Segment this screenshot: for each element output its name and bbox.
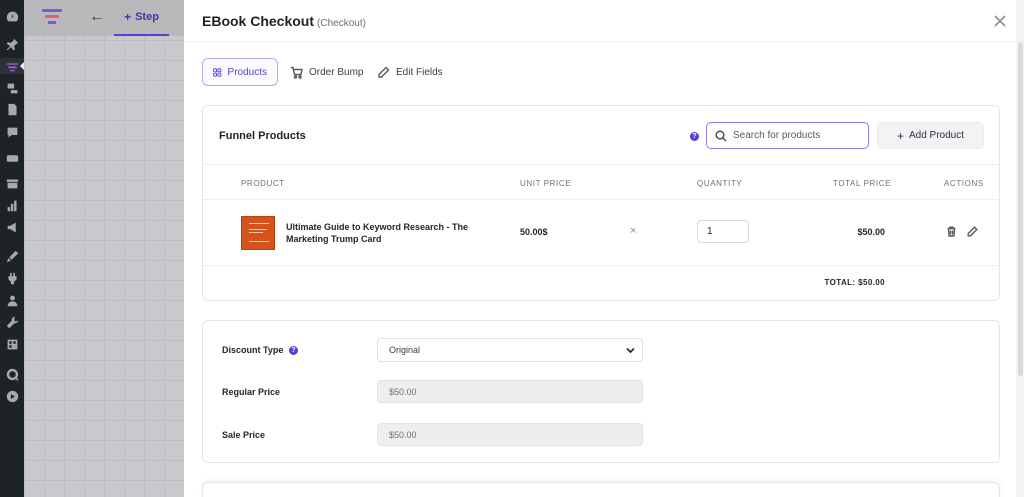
- cart-icon: [291, 66, 303, 79]
- marketing-icon[interactable]: [4, 219, 20, 235]
- quantity-input[interactable]: [697, 220, 749, 243]
- funnel-products-card: Funnel Products ? +Add Product PRODUCT U…: [202, 105, 1000, 301]
- pencil-icon: [378, 66, 390, 78]
- search-plugin-icon[interactable]: [4, 366, 20, 382]
- plus-icon: +: [896, 128, 904, 143]
- tab-products[interactable]: Products: [202, 58, 278, 86]
- product-thumbnail: [241, 216, 275, 250]
- column-header-actions: ACTIONS: [944, 179, 984, 188]
- regular-price-field: $50.00: [377, 380, 643, 403]
- modal-scrollbar-thumb[interactable]: [1018, 42, 1023, 376]
- row-total-price: $50.00: [857, 227, 885, 237]
- unit-price: 50.00$: [520, 227, 548, 237]
- funnel-menu-icon[interactable]: [4, 58, 20, 74]
- funnel-products-title: Funnel Products: [219, 130, 306, 142]
- table-row: Ultimate Guide to Keyword Research - The…: [203, 200, 999, 266]
- tab-order-bump[interactable]: Order Bump: [290, 58, 363, 86]
- edit-button[interactable]: [965, 224, 979, 238]
- admin-sidebar: [0, 0, 25, 497]
- appearance-icon[interactable]: [4, 248, 20, 264]
- regular-price-label: Regular Price: [222, 387, 281, 397]
- add-product-button[interactable]: + Add Product: [877, 122, 984, 149]
- product-search[interactable]: [706, 122, 869, 149]
- delete-button[interactable]: [944, 224, 958, 238]
- app-logo-icon: [42, 8, 62, 26]
- modal-header: EBook Checkout (Checkout): [184, 0, 1016, 42]
- column-header-unit-price: UNIT PRICE: [520, 179, 572, 188]
- woocommerce-icon[interactable]: [4, 150, 20, 166]
- column-header-product: PRODUCT: [241, 179, 285, 188]
- pin-icon[interactable]: [4, 36, 20, 52]
- settings-icon[interactable]: [4, 336, 20, 352]
- search-input[interactable]: [733, 130, 863, 141]
- builder-topbar: ← + Step: [24, 0, 184, 36]
- help-icon[interactable]: ?: [289, 346, 298, 355]
- plus-icon: +: [124, 10, 132, 24]
- analytics-icon[interactable]: [4, 197, 20, 213]
- grid-icon: [213, 67, 222, 77]
- modal-subtitle: (Checkout): [317, 18, 366, 29]
- discount-type-label: Discount Type: [222, 345, 284, 355]
- column-header-quantity: QUANTITY: [697, 179, 743, 188]
- close-icon: [994, 15, 1006, 27]
- multiply-icon: ×: [630, 225, 637, 237]
- play-icon[interactable]: [4, 388, 20, 404]
- discount-card: Discount Type ? Original Regular Price $…: [202, 320, 1000, 463]
- builder-canvas: [24, 0, 184, 497]
- products-menu-icon[interactable]: [4, 175, 20, 191]
- tools-icon[interactable]: [4, 314, 20, 330]
- next-section-card: [202, 482, 1000, 497]
- sale-price-field[interactable]: $50.00: [377, 423, 643, 446]
- add-step-tab[interactable]: + Step: [114, 0, 169, 36]
- help-icon[interactable]: ?: [690, 132, 699, 141]
- media-icon[interactable]: [4, 80, 20, 96]
- comments-icon[interactable]: [4, 124, 20, 140]
- discount-type-select[interactable]: Original: [377, 338, 643, 362]
- users-icon[interactable]: [4, 292, 20, 308]
- tab-edit-fields[interactable]: Edit Fields: [377, 58, 443, 86]
- dashboard-icon[interactable]: [4, 8, 20, 24]
- search-icon: [715, 129, 727, 142]
- column-header-total-price: TOTAL PRICE: [833, 179, 892, 188]
- chevron-down-icon: [626, 347, 635, 354]
- trash-icon: [947, 226, 955, 237]
- grand-total: TOTAL: $50.00: [824, 278, 885, 287]
- pencil-icon: [967, 225, 978, 236]
- modal-title: EBook Checkout (Checkout): [202, 13, 366, 29]
- products-table-header: PRODUCT UNIT PRICE QUANTITY TOTAL PRICE …: [203, 164, 999, 200]
- close-button[interactable]: [992, 13, 1008, 29]
- product-name: Ultimate Guide to Keyword Research - The…: [286, 222, 469, 244]
- pages-icon[interactable]: [4, 101, 20, 117]
- sale-price-label: Sale Price: [222, 430, 266, 440]
- plugins-icon[interactable]: [4, 270, 20, 286]
- back-arrow-icon[interactable]: ←: [86, 6, 108, 28]
